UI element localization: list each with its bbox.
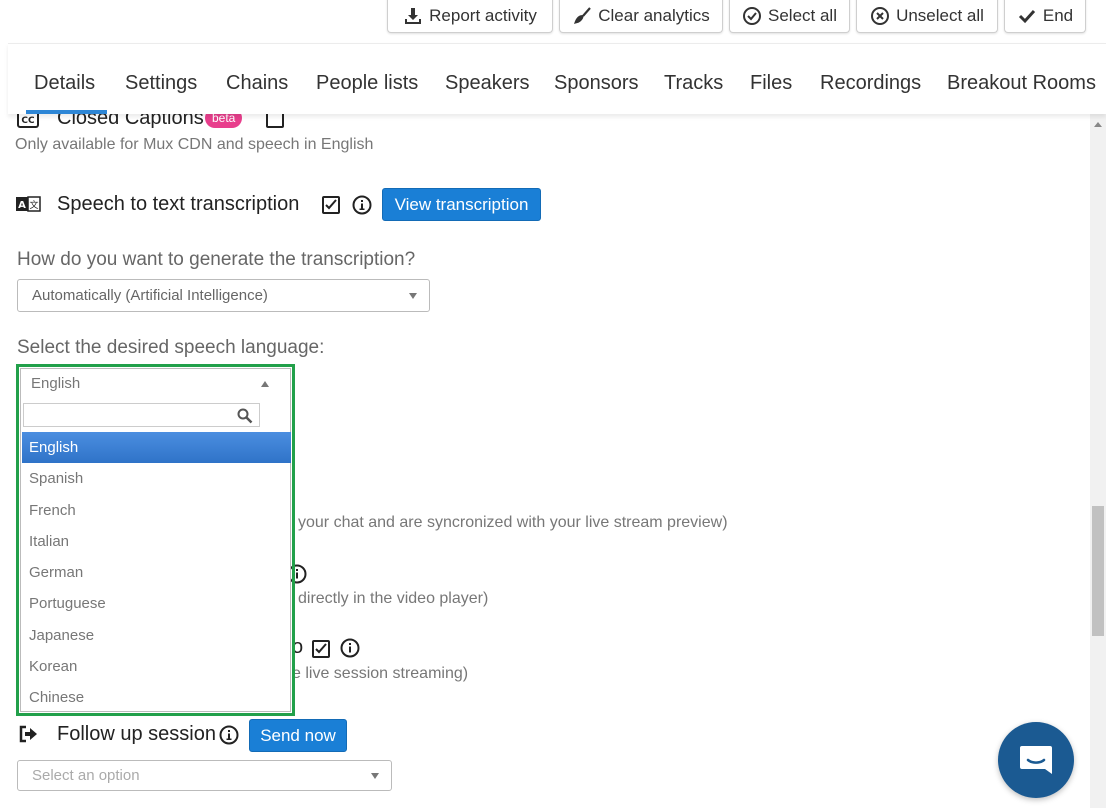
check-circle-icon — [743, 7, 761, 25]
scroll-up-arrow-icon[interactable] — [1094, 122, 1102, 127]
tab-chains[interactable]: Chains — [226, 72, 288, 95]
top-toolbar: Report activity Clear analytics Select a… — [0, 0, 1106, 43]
send-now-button[interactable]: Send now — [249, 719, 347, 752]
language-option-korean[interactable]: Korean — [22, 651, 291, 682]
svg-text:CC: CC — [21, 116, 35, 126]
follow-up-select[interactable]: Select an option — [17, 760, 392, 791]
language-option-chinese[interactable]: Chinese — [22, 682, 291, 713]
closed-captions-checkbox[interactable] — [266, 114, 284, 128]
scroll-thumb[interactable] — [1092, 506, 1104, 636]
language-search-input[interactable] — [23, 403, 260, 427]
svg-text:文: 文 — [29, 199, 38, 211]
speech-to-text-label: Speech to text transcription — [57, 193, 300, 215]
tab-tracks[interactable]: Tracks — [664, 72, 723, 95]
follow-up-label: Follow up session — [57, 723, 216, 745]
chat-icon — [1020, 746, 1052, 774]
x-circle-icon — [871, 7, 890, 25]
svg-text:A: A — [18, 200, 26, 211]
language-option-english[interactable]: English — [22, 432, 291, 463]
speech-language-question: Select the desired speech language: — [17, 337, 325, 358]
tab-bar: Details Settings Chains People lists Spe… — [8, 43, 1106, 114]
language-option-japanese[interactable]: Japanese — [22, 620, 291, 651]
partial-description-3: e live session streaming) — [292, 665, 469, 682]
download-icon — [405, 8, 422, 24]
tab-speakers[interactable]: Speakers — [445, 72, 530, 95]
chevron-down-icon-2 — [371, 772, 379, 779]
info-icon[interactable] — [352, 195, 372, 215]
language-option-italian[interactable]: Italian — [22, 526, 291, 557]
tab-details[interactable]: Details — [34, 72, 95, 95]
active-tab-indicator — [26, 110, 107, 114]
check-icon — [1018, 9, 1035, 24]
partial-label-fragment: o — [292, 636, 304, 658]
follow-up-info-icon[interactable] — [219, 725, 239, 745]
vertical-scrollbar[interactable] — [1090, 114, 1106, 808]
tab-sponsors[interactable]: Sponsors — [554, 72, 639, 95]
broom-icon — [574, 7, 592, 24]
closed-captions-label: Closed Captions — [57, 114, 204, 129]
select-all-button[interactable]: Select all — [729, 0, 850, 33]
language-option-german[interactable]: German — [22, 557, 291, 588]
partial-checkbox[interactable] — [312, 640, 330, 658]
tab-people-lists[interactable]: People lists — [316, 72, 418, 95]
report-activity-button[interactable]: Report activity — [387, 0, 553, 33]
main-content: CC Closed Captions beta Only available f… — [0, 114, 1090, 808]
transcription-method-select[interactable]: Automatically (Artificial Intelligence) — [17, 279, 430, 312]
chevron-up-icon — [261, 381, 269, 387]
search-icon — [237, 408, 253, 424]
speech-to-text-checkbox[interactable] — [322, 196, 340, 214]
language-option-portuguese[interactable]: Portuguese — [22, 588, 291, 619]
end-button[interactable]: End — [1004, 0, 1086, 33]
language-option-french[interactable]: French — [22, 495, 291, 526]
language-option-spanish[interactable]: Spanish — [22, 463, 291, 494]
clear-analytics-button[interactable]: Clear analytics — [559, 0, 723, 33]
tab-files[interactable]: Files — [750, 72, 792, 95]
tab-settings[interactable]: Settings — [125, 72, 197, 95]
unselect-all-button[interactable]: Unselect all — [856, 0, 998, 33]
transcription-method-question: How do you want to generate the transcri… — [17, 249, 416, 270]
tab-recordings[interactable]: Recordings — [820, 72, 921, 95]
view-transcription-button[interactable]: View transcription — [382, 188, 541, 221]
speech-language-selected: English — [31, 375, 81, 392]
closed-captions-icon: CC — [17, 114, 39, 128]
partial-description-2: directly in the video player) — [298, 590, 489, 607]
translate-icon: A 文 — [16, 196, 41, 212]
info-icon-partial-2[interactable] — [340, 638, 360, 658]
chat-launcher-button[interactable] — [998, 722, 1074, 798]
speech-language-dropdown[interactable]: English English Spanish French Italian G… — [20, 368, 291, 712]
sign-out-icon — [19, 725, 37, 743]
partial-description-1: your chat and are syncronized with your … — [298, 514, 728, 531]
tab-breakout-rooms[interactable]: Breakout Rooms — [947, 72, 1096, 95]
closed-captions-note: Only available for Mux CDN and speech in… — [15, 136, 374, 153]
beta-badge: beta — [205, 114, 243, 128]
chevron-down-icon — [409, 292, 417, 299]
